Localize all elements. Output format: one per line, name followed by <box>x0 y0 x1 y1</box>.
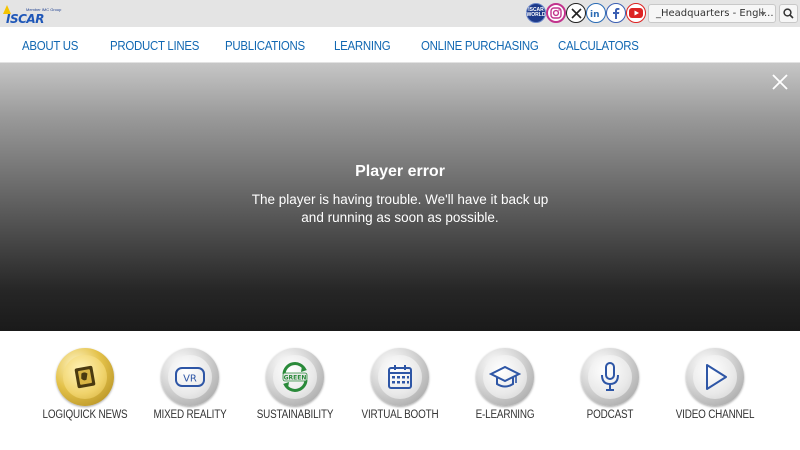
instagram-icon <box>550 7 562 19</box>
facebook-button[interactable] <box>606 3 626 23</box>
linkedin-button[interactable]: in <box>586 3 606 23</box>
green-icon-text: GREEN <box>284 374 307 381</box>
logo-wordmark: ISCAR <box>6 12 44 26</box>
chevron-down-icon <box>760 12 766 16</box>
tile-sustainability[interactable]: GREEN SUSTAINABILITY <box>245 348 345 428</box>
microphone-icon <box>601 362 619 391</box>
tile-mixed-reality[interactable]: VR MIXED REALITY <box>140 348 240 428</box>
logiquick-news-button[interactable] <box>56 348 114 406</box>
play-icon <box>706 364 727 390</box>
tile-label: LOGIQUICK NEWS <box>42 409 128 421</box>
tile-label: MIXED REALITY <box>153 409 227 421</box>
close-icon <box>772 74 788 90</box>
search-button[interactable] <box>779 4 798 23</box>
tile-label: VIDEO CHANNEL <box>675 409 755 421</box>
facebook-icon <box>613 8 620 19</box>
sustainability-button[interactable]: GREEN <box>266 348 324 406</box>
linkedin-icon: in <box>590 10 600 18</box>
youtube-button[interactable] <box>626 3 646 23</box>
calendar-icon <box>388 365 412 389</box>
tile-inner: GREEN <box>273 355 317 399</box>
tile-label: SUSTAINABILITY <box>256 409 334 421</box>
video-player[interactable]: Player error The player is having troubl… <box>0 63 800 331</box>
tile-inner <box>588 355 632 399</box>
vr-headset-icon: VR <box>175 367 205 387</box>
tile-inner <box>378 355 422 399</box>
player-error-title: Player error <box>355 163 445 180</box>
tile-virtual-booth[interactable]: VIRTUAL BOOTH <box>350 348 450 428</box>
video-channel-button[interactable] <box>686 348 744 406</box>
x-icon <box>570 7 582 19</box>
vr-icon-text: VR <box>183 374 197 385</box>
world-icon: ISCAR WORLD <box>526 7 546 18</box>
instagram-button[interactable] <box>546 3 566 23</box>
tile-inner <box>693 355 737 399</box>
nav-item-online-purchasing[interactable]: ONLINE PURCHASING <box>421 38 539 53</box>
tile-podcast[interactable]: PODCAST <box>560 348 660 428</box>
tile-logiquick-news[interactable]: LOGIQUICK NEWS <box>35 348 135 428</box>
tile-label: VIRTUAL BOOTH <box>361 409 439 421</box>
tile-inner <box>483 355 527 399</box>
x-button[interactable] <box>566 3 586 23</box>
iscar-logo[interactable]: Member IMC Group ISCAR <box>2 3 62 26</box>
green-recycle-icon: GREEN <box>282 362 308 392</box>
e-learning-button[interactable] <box>476 348 534 406</box>
nav-item-calculators[interactable]: CALCULATORS <box>558 38 639 53</box>
svg-text:in: in <box>590 10 600 18</box>
top-bar: Member IMC Group ISCAR ISCAR WORLD in _H… <box>0 0 800 27</box>
nav-item-about-us[interactable]: ABOUT US <box>22 38 78 53</box>
nav-item-publications[interactable]: PUBLICATIONS <box>225 38 305 53</box>
virtual-booth-button[interactable] <box>371 348 429 406</box>
graduation-cap-icon <box>489 365 521 388</box>
search-icon <box>783 8 794 19</box>
player-error-message: The player is having trouble. We'll have… <box>251 192 549 225</box>
region-language-value: _Headquarters - Engli... <box>656 8 774 19</box>
tile-label: PODCAST <box>586 409 634 421</box>
tile-label: E-LEARNING <box>475 409 535 421</box>
podcast-button[interactable] <box>581 348 639 406</box>
nav-item-learning[interactable]: LEARNING <box>334 38 391 53</box>
logiquick-news-icon <box>74 365 96 389</box>
youtube-icon <box>629 8 643 18</box>
nav-item-product-lines[interactable]: PRODUCT LINES <box>110 38 199 53</box>
region-language-select[interactable]: _Headquarters - Engli... <box>648 4 776 23</box>
iscar-world-button[interactable]: ISCAR WORLD <box>526 3 546 23</box>
tile-inner <box>63 355 107 399</box>
main-nav: ABOUT US PRODUCT LINES PUBLICATIONS LEAR… <box>0 27 800 63</box>
tile-e-learning[interactable]: E-LEARNING <box>455 348 555 428</box>
mixed-reality-button[interactable]: VR <box>161 348 219 406</box>
tile-video-channel[interactable]: VIDEO CHANNEL <box>665 348 765 428</box>
tile-inner: VR <box>168 355 212 399</box>
close-button[interactable] <box>770 72 790 92</box>
